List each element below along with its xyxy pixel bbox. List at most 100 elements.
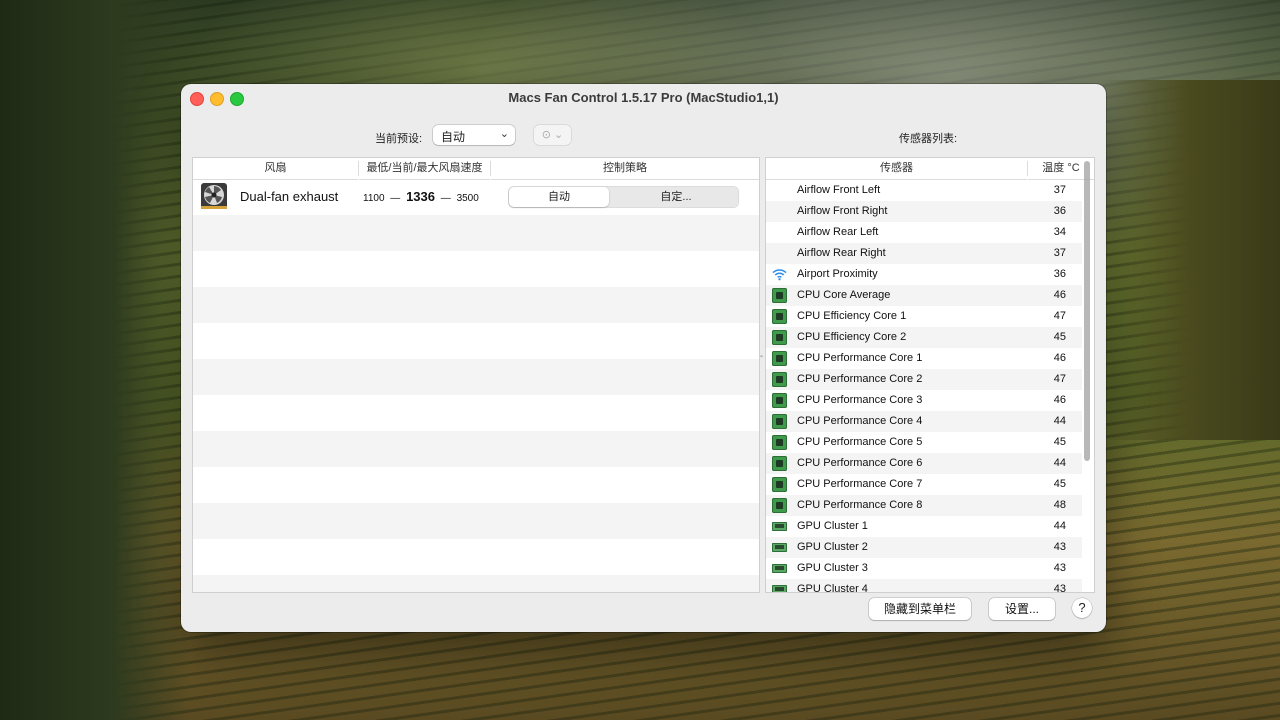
sensor-name: CPU Performance Core 5 [797, 436, 923, 448]
sensor-name: GPU Cluster 2 [797, 541, 868, 553]
column-header-sensor[interactable]: 传感器 [766, 158, 1027, 180]
sensor-temperature: 43 [1053, 541, 1066, 553]
fan-row[interactable]: Dual-fan exhaust 1100 — 1336 — 3500 自动 自… [193, 179, 759, 215]
help-button[interactable]: ? [1072, 598, 1092, 618]
sensor-row[interactable]: CPU Performance Core 8 48 [766, 495, 1082, 516]
wallpaper-trees-right [1100, 80, 1280, 440]
gpu-card-icon [772, 543, 787, 552]
sensor-row[interactable]: CPU Efficiency Core 2 45 [766, 327, 1082, 348]
sensor-temperature: 47 [1053, 373, 1066, 385]
table-row-stripe [193, 539, 759, 575]
cpu-chip-icon [772, 435, 787, 450]
column-header-fan[interactable]: 风扇 [193, 158, 358, 180]
table-row-stripe [193, 575, 759, 592]
sensor-row[interactable]: GPU Cluster 2 43 [766, 537, 1082, 558]
fan-speed-current: 1336 [406, 189, 435, 204]
cpu-chip-icon [772, 288, 787, 303]
sensor-temperature: 37 [1053, 184, 1066, 196]
cpu-chip-icon [772, 372, 787, 387]
fan-speed-readout: 1100 — 1336 — 3500 [363, 189, 479, 204]
sensor-name: CPU Efficiency Core 1 [797, 310, 907, 322]
window-title: Macs Fan Control 1.5.17 Pro (MacStudio1,… [508, 90, 779, 105]
table-row-stripe [193, 431, 759, 467]
sensor-name: Airport Proximity [797, 268, 878, 280]
column-header-speed[interactable]: 最低/当前/最大风扇速度 [359, 158, 490, 180]
sensor-list-label: 传感器列表: [899, 133, 958, 145]
more-options-button[interactable]: ⊙ ⌄ [534, 125, 571, 145]
cpu-chip-icon [772, 393, 787, 408]
sensor-row[interactable]: GPU Cluster 4 43 [766, 579, 1082, 593]
sensor-row[interactable]: GPU Cluster 3 43 [766, 558, 1082, 579]
chevron-up-down-icon: ⌄ [499, 128, 509, 140]
preset-select[interactable]: 自动 ⌄ [433, 125, 515, 145]
table-row-stripe [193, 251, 759, 287]
sensor-temperature: 36 [1053, 205, 1066, 217]
preset-label: 当前预设: [375, 133, 423, 145]
sensor-row[interactable]: CPU Efficiency Core 1 47 [766, 306, 1082, 327]
table-row-stripe [193, 503, 759, 539]
sensor-row[interactable]: Airflow Front Left 37 [766, 180, 1082, 201]
wifi-icon [772, 267, 787, 282]
preset-value: 自动 [441, 130, 466, 144]
column-header-control[interactable]: 控制策略 [491, 158, 759, 180]
sensor-row[interactable]: Airflow Rear Right 37 [766, 243, 1082, 264]
sensor-name: Airflow Rear Right [797, 247, 886, 259]
cpu-chip-icon [772, 414, 787, 429]
table-row-stripe [193, 467, 759, 503]
cpu-chip-icon [772, 309, 787, 324]
settings-button[interactable]: 设置... [989, 598, 1055, 620]
sensor-row[interactable]: CPU Performance Core 4 44 [766, 411, 1082, 432]
sensor-temperature: 36 [1053, 268, 1066, 280]
fan-table: 风扇 最低/当前/最大风扇速度 控制策略 Dual-fan exhaust 11… [192, 157, 760, 593]
app-window: Macs Fan Control 1.5.17 Pro (MacStudio1,… [181, 84, 1106, 632]
sensor-temperature: 44 [1053, 415, 1066, 427]
gpu-card-icon [772, 522, 787, 531]
cpu-chip-icon [772, 498, 787, 513]
table-row-stripe [193, 287, 759, 323]
speed-separator: — [438, 193, 454, 204]
fan-speed-max: 3500 [456, 193, 479, 204]
sensor-row[interactable]: GPU Cluster 1 44 [766, 516, 1082, 537]
sensor-name: CPU Efficiency Core 2 [797, 331, 907, 343]
hide-to-menubar-button[interactable]: 隐藏到菜单栏 [869, 598, 971, 620]
sensor-temperature: 46 [1053, 394, 1066, 406]
title-bar[interactable]: Macs Fan Control 1.5.17 Pro (MacStudio1,… [181, 84, 1106, 112]
fan-icon [201, 183, 227, 209]
sensor-temperature: 44 [1053, 457, 1066, 469]
gpu-card-icon [772, 564, 787, 573]
fan-name: Dual-fan exhaust [240, 189, 339, 204]
control-mode-custom-button[interactable]: 自定... [621, 187, 731, 207]
table-row-stripe [193, 323, 759, 359]
sensor-row[interactable]: Airport Proximity 36 [766, 264, 1082, 285]
sensor-name: GPU Cluster 3 [797, 562, 868, 574]
cpu-chip-icon [772, 330, 787, 345]
sensor-row[interactable]: CPU Performance Core 3 46 [766, 390, 1082, 411]
sensor-temperature: 48 [1053, 499, 1066, 511]
sensor-row[interactable]: CPU Core Average 46 [766, 285, 1082, 306]
sensor-name: GPU Cluster 4 [797, 583, 868, 593]
sensor-row[interactable]: CPU Performance Core 6 44 [766, 453, 1082, 474]
split-view-divider[interactable]: ⦁ [760, 354, 764, 362]
table-row-stripe [193, 359, 759, 395]
control-mode-auto-button[interactable]: 自动 [509, 187, 609, 207]
sensor-temperature: 44 [1053, 520, 1066, 532]
sensor-row[interactable]: CPU Performance Core 7 45 [766, 474, 1082, 495]
sensor-row[interactable]: Airflow Front Right 36 [766, 201, 1082, 222]
sensor-name: CPU Performance Core 7 [797, 478, 923, 490]
sensor-temperature: 47 [1053, 310, 1066, 322]
sensor-row[interactable]: Airflow Rear Left 34 [766, 222, 1082, 243]
sensor-temperature: 46 [1053, 289, 1066, 301]
cpu-chip-icon [772, 477, 787, 492]
control-mode-segmented: 自动 自定... [508, 186, 739, 208]
sensor-temperature: 45 [1053, 436, 1066, 448]
sensor-temperature: 34 [1053, 226, 1066, 238]
sensor-row[interactable]: CPU Performance Core 2 47 [766, 369, 1082, 390]
sensor-row[interactable]: CPU Performance Core 5 45 [766, 432, 1082, 453]
sensor-row[interactable]: CPU Performance Core 1 46 [766, 348, 1082, 369]
sensor-name: CPU Performance Core 4 [797, 415, 923, 427]
ellipsis-circle-icon: ⊙ ⌄ [541, 129, 564, 141]
sensor-name: CPU Performance Core 2 [797, 373, 923, 385]
sensor-temperature: 43 [1053, 562, 1066, 574]
sensor-scrollbar[interactable] [1084, 161, 1090, 461]
sensor-temperature: 37 [1053, 247, 1066, 259]
